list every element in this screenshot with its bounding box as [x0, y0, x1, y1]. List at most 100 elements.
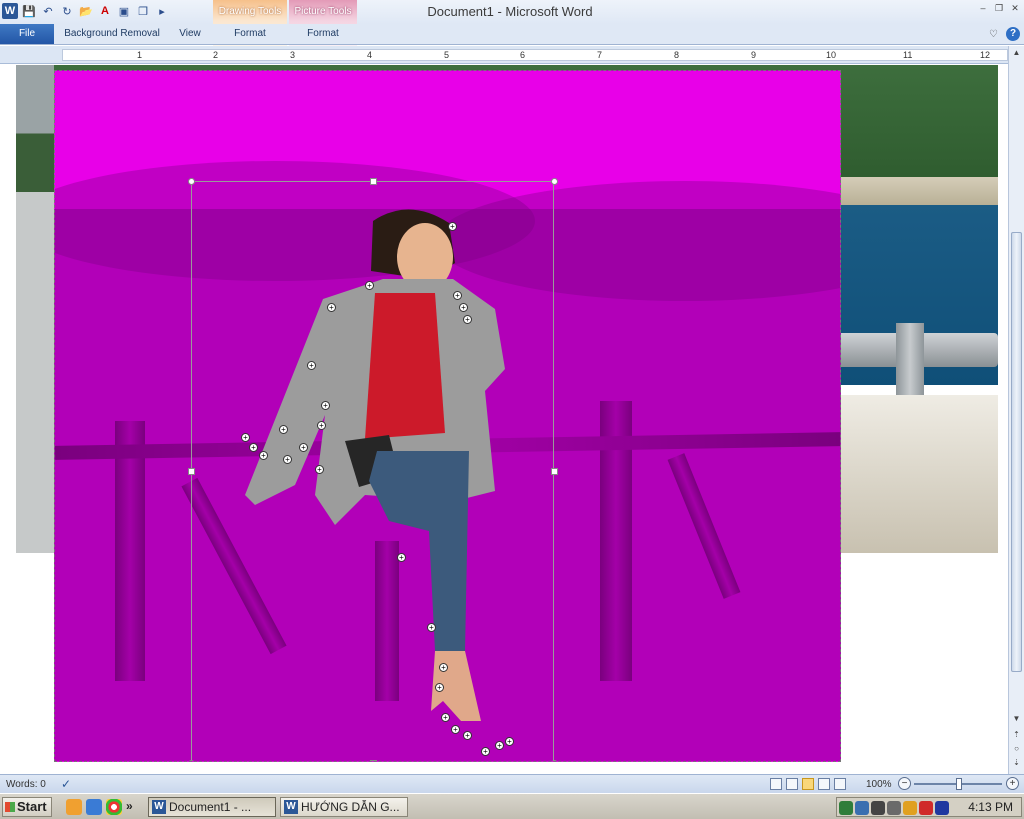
scroll-up-icon[interactable]: ▲ — [1011, 48, 1022, 60]
keep-mark-icon[interactable]: + — [441, 713, 450, 722]
tab-format-picture[interactable]: Format — [290, 24, 356, 44]
help-icon[interactable]: ? — [1006, 27, 1020, 41]
keep-mark-icon[interactable]: + — [451, 725, 460, 734]
zoom-level[interactable]: 100% — [866, 779, 892, 790]
keep-mark-icon[interactable]: + — [397, 553, 406, 562]
background-left-strip — [16, 65, 54, 553]
keep-mark-icon[interactable]: + — [439, 663, 448, 672]
more-icon[interactable]: ▸ — [154, 3, 170, 19]
scroll-thumb[interactable] — [1011, 232, 1022, 672]
zoom-slider[interactable]: − + — [898, 777, 1022, 791]
minimize-icon[interactable]: – — [978, 3, 988, 13]
ruler-number: 3 — [290, 50, 296, 60]
tray-network-icon[interactable] — [855, 801, 869, 815]
ribbon-collapse-icon[interactable]: ♡ — [989, 29, 998, 40]
previous-page-icon[interactable]: ⇡ — [1011, 730, 1022, 742]
zoom-out-icon[interactable]: − — [898, 777, 911, 790]
horizontal-ruler[interactable]: 1 2 3 4 5 6 7 8 9 10 11 12 — [0, 46, 1024, 64]
tray-monitor-icon[interactable] — [935, 801, 949, 815]
open-icon[interactable]: 📂 — [78, 3, 94, 19]
tray-globe-icon[interactable] — [839, 801, 853, 815]
next-page-icon[interactable]: ⇣ — [1011, 758, 1022, 770]
keep-mark-icon[interactable]: + — [299, 443, 308, 452]
keep-mark-icon[interactable]: + — [321, 401, 330, 410]
tab-background-removal[interactable]: Background Removal — [60, 24, 164, 44]
keep-mark-icon[interactable]: + — [283, 455, 292, 464]
font-color-icon[interactable]: A — [97, 3, 113, 19]
resize-handle[interactable] — [551, 760, 558, 761]
word-logo-icon[interactable]: W — [2, 3, 18, 19]
keep-mark-icon[interactable]: + — [241, 433, 250, 442]
keep-mark-icon[interactable]: + — [459, 303, 468, 312]
restore-icon[interactable]: ❐ — [994, 3, 1004, 13]
resize-handle[interactable] — [551, 178, 558, 185]
keep-mark-icon[interactable]: + — [307, 361, 316, 370]
keep-mark-icon[interactable]: + — [448, 222, 457, 231]
zoom-thumb[interactable] — [956, 778, 962, 790]
firefox-icon[interactable] — [66, 799, 82, 815]
tab-view[interactable]: View — [172, 24, 208, 44]
keep-mark-icon[interactable]: + — [327, 303, 336, 312]
tray-v-icon[interactable] — [919, 801, 933, 815]
drawing-tools-label: Drawing Tools — [218, 6, 282, 17]
word-doc-icon: W — [284, 800, 298, 814]
picture-with-removal-overlay[interactable]: + + + + + + + + + + + + + + + + + + + + … — [54, 70, 841, 762]
redo-icon[interactable]: ↻ — [59, 3, 75, 19]
resize-handle[interactable] — [188, 178, 195, 185]
start-button[interactable]: Start — [2, 797, 52, 817]
tab-file[interactable]: File — [0, 24, 54, 44]
taskbar-item-huong-dan[interactable]: W HƯỚNG DẪN G... — [280, 797, 408, 817]
outline-icon[interactable] — [818, 778, 830, 790]
ruler-number: 11 — [903, 50, 913, 60]
keep-mark-icon[interactable]: + — [435, 683, 444, 692]
tray-font-icon[interactable] — [871, 801, 885, 815]
keep-mark-icon[interactable]: + — [315, 465, 324, 474]
keep-mark-icon[interactable]: + — [279, 425, 288, 434]
quicklaunch-more-icon[interactable]: » — [126, 799, 133, 815]
scroll-down-icon[interactable]: ▼ — [1011, 714, 1022, 726]
proofing-icon[interactable]: ✓ — [58, 777, 74, 791]
tray-alert-icon[interactable] — [903, 801, 917, 815]
taskbar-item-document1[interactable]: W Document1 - ... — [148, 797, 276, 817]
chrome-icon[interactable] — [106, 799, 122, 815]
clock[interactable]: 4:13 PM — [968, 800, 1013, 814]
keep-mark-icon[interactable]: + — [463, 315, 472, 324]
resize-handle[interactable] — [370, 178, 377, 185]
resize-handle[interactable] — [551, 468, 558, 475]
tray-shield-icon[interactable] — [887, 801, 901, 815]
keep-mark-icon[interactable]: + — [259, 451, 268, 460]
tab-format-drawing[interactable]: Format — [214, 24, 286, 44]
save-icon[interactable]: 💾 — [21, 3, 37, 19]
keep-mark-icon[interactable]: + — [249, 443, 258, 452]
keep-mark-icon[interactable]: + — [365, 281, 374, 290]
resize-handle[interactable] — [188, 468, 195, 475]
word-count[interactable]: Words: 0 — [6, 779, 46, 790]
document-workspace[interactable]: + + + + + + + + + + + + + + + + + + + + … — [0, 65, 1008, 774]
keep-mark-icon[interactable]: + — [317, 421, 326, 430]
resize-handle[interactable] — [188, 760, 195, 761]
full-screen-reading-icon[interactable] — [786, 778, 798, 790]
close-icon[interactable]: ✕ — [1010, 3, 1020, 13]
ribbon-right-controls: ♡ ? — [989, 27, 1020, 41]
keep-mark-icon[interactable]: + — [495, 741, 504, 750]
undo-icon[interactable]: ↶ — [40, 3, 56, 19]
web-layout-icon[interactable] — [802, 778, 814, 790]
keep-mark-icon[interactable]: + — [505, 737, 514, 746]
ruler-number: 4 — [367, 50, 373, 60]
copy-icon[interactable]: ❐ — [135, 3, 151, 19]
keep-mark-icon[interactable]: + — [453, 291, 462, 300]
vertical-scrollbar[interactable]: ▲ ▼ ⇡ ○ ⇣ — [1008, 46, 1024, 774]
resize-handle[interactable] — [370, 760, 377, 761]
picture-icon[interactable]: ▣ — [116, 3, 132, 19]
start-label: Start — [17, 799, 47, 814]
zoom-in-icon[interactable]: + — [1006, 777, 1019, 790]
keep-mark-icon[interactable]: + — [463, 731, 472, 740]
keep-region-marquee[interactable] — [188, 178, 558, 761]
keep-mark-icon[interactable]: + — [481, 747, 490, 756]
draft-icon[interactable] — [834, 778, 846, 790]
network-icon[interactable] — [86, 799, 102, 815]
browse-object-icon[interactable]: ○ — [1011, 744, 1022, 756]
keep-mark-icon[interactable]: + — [427, 623, 436, 632]
windows-taskbar: Start » W Document1 - ... W HƯỚNG DẪN G.… — [0, 793, 1024, 819]
print-layout-icon[interactable] — [770, 778, 782, 790]
